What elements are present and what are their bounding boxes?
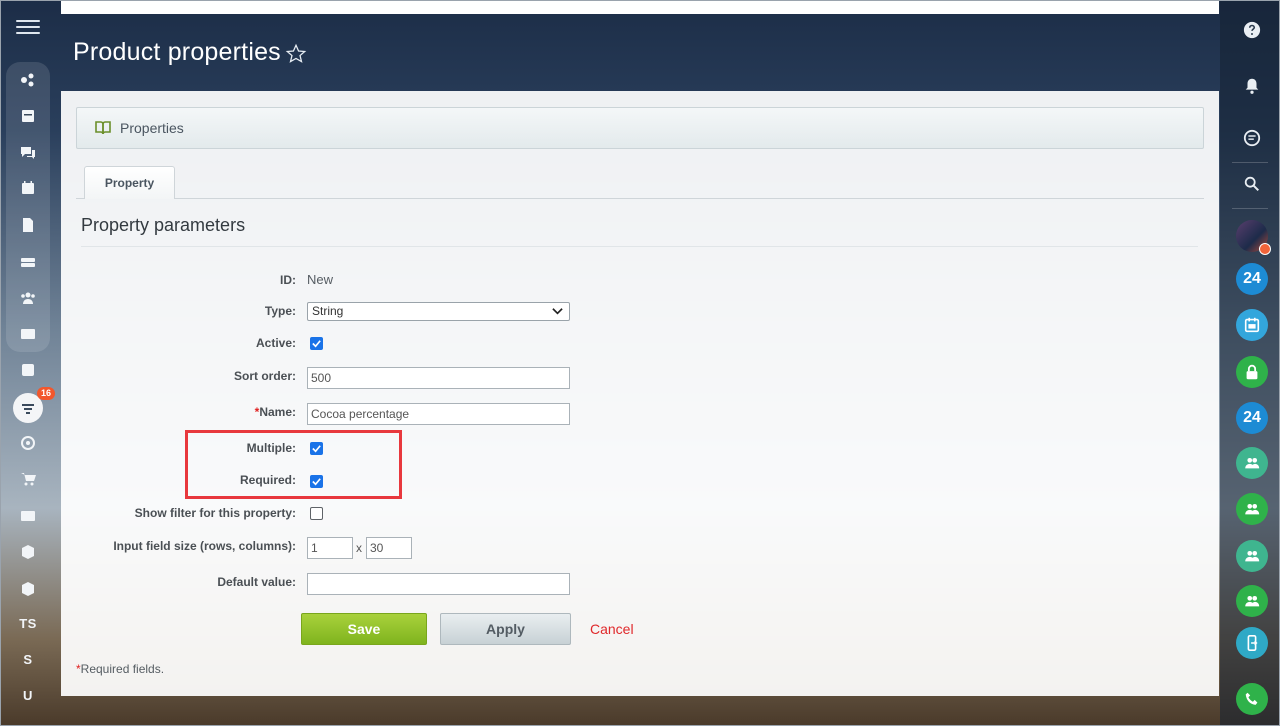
s-shortcut[interactable]: S	[14, 647, 42, 671]
section-divider	[81, 246, 1198, 247]
chevron-down-icon	[552, 308, 563, 315]
right-sidebar: 24 24	[1220, 0, 1280, 726]
package-icon[interactable]	[14, 577, 42, 601]
search-icon[interactable]	[1236, 168, 1268, 200]
group-chat-icon-4[interactable]	[1236, 585, 1268, 617]
name-label-text: Name:	[259, 405, 296, 419]
page-title: Product properties	[73, 38, 281, 66]
properties-header: Properties	[76, 107, 1204, 149]
tab-property[interactable]: Property	[84, 166, 175, 199]
right-sidebar-divider-2	[1232, 208, 1268, 209]
group-mini-badge-icon	[1259, 243, 1271, 255]
name-input[interactable]	[307, 403, 570, 425]
documents-icon[interactable]	[14, 213, 42, 237]
employees-icon[interactable]	[14, 286, 42, 310]
box-icon[interactable]	[14, 540, 42, 564]
type-select-value: String	[312, 304, 344, 318]
active-label: Active:	[255, 336, 296, 350]
target-icon[interactable]	[14, 431, 42, 455]
field-size-separator: x	[356, 541, 362, 555]
mail-icon[interactable]	[14, 322, 42, 346]
filter-icon[interactable]: 16	[13, 387, 55, 423]
ts-shortcut[interactable]: TS	[14, 611, 42, 635]
bitrix24-chat-2[interactable]: 24	[1236, 402, 1268, 434]
save-button[interactable]: Save	[301, 613, 427, 645]
calendar-chat-icon[interactable]	[1236, 309, 1268, 341]
calendar-icon[interactable]	[14, 176, 42, 200]
messages-chat-icon[interactable]	[1236, 122, 1268, 154]
left-sidebar: 16 TS S U	[0, 0, 56, 726]
apply-button[interactable]: Apply	[440, 613, 571, 645]
sort-order-input[interactable]	[307, 367, 570, 389]
phone-call-icon[interactable]	[1236, 683, 1268, 715]
checklist-icon[interactable]	[14, 358, 42, 382]
mobile-transfer-icon[interactable]	[1236, 627, 1268, 659]
default-value-input[interactable]	[307, 573, 570, 595]
type-select[interactable]: String	[307, 302, 570, 321]
hamburger-menu-icon[interactable]	[16, 17, 40, 39]
name-label: *Name:	[255, 405, 296, 419]
show-filter-label: Show filter for this property:	[134, 506, 296, 520]
notification-badge: 16	[36, 387, 55, 400]
field-size-label: Input field size (rows, columns):	[113, 539, 296, 553]
group-chat-icon-3[interactable]	[1236, 540, 1268, 572]
contact-card-icon[interactable]	[14, 504, 42, 528]
book-icon	[95, 121, 111, 135]
help-icon[interactable]	[1236, 14, 1268, 46]
chat-icon[interactable]	[14, 141, 42, 165]
group-chat-avatar[interactable]	[1236, 220, 1271, 255]
id-value: New	[307, 272, 334, 287]
right-sidebar-divider	[1232, 162, 1268, 163]
sort-order-label: Sort order:	[233, 369, 296, 383]
properties-header-label: Properties	[120, 120, 184, 136]
drive-icon[interactable]	[14, 250, 42, 274]
active-checkbox[interactable]	[310, 337, 323, 350]
default-value-label: Default value:	[217, 575, 296, 589]
cart-icon[interactable]	[14, 467, 42, 491]
favorite-star-icon[interactable]	[285, 43, 307, 65]
bitrix24-chat-1[interactable]: 24	[1236, 263, 1268, 295]
field-size-cols-input[interactable]	[366, 537, 412, 559]
tab-divider	[76, 198, 1204, 199]
notifications-bell-icon[interactable]	[1236, 70, 1268, 102]
highlight-annotation-box	[185, 430, 402, 499]
required-fields-note: *Required fields.	[76, 662, 164, 676]
cancel-link[interactable]: Cancel	[590, 621, 634, 637]
section-title: Property parameters	[81, 215, 246, 235]
lock-chat-icon[interactable]	[1236, 356, 1268, 388]
show-filter-checkbox[interactable]	[310, 507, 323, 520]
top-white-strip	[61, 0, 1219, 14]
activity-stream-icon[interactable]	[14, 68, 42, 92]
required-note-text: Required fields.	[80, 662, 165, 676]
group-chat-icon-2[interactable]	[1236, 493, 1268, 525]
field-size-rows-input[interactable]	[307, 537, 353, 559]
u-shortcut[interactable]: U	[14, 683, 42, 707]
tasks-icon[interactable]	[14, 104, 42, 128]
group-chat-icon-1[interactable]	[1236, 447, 1268, 479]
main-panel: Properties Property Property parameters …	[61, 91, 1219, 696]
id-label: ID:	[280, 273, 296, 287]
type-label: Type:	[264, 304, 296, 318]
